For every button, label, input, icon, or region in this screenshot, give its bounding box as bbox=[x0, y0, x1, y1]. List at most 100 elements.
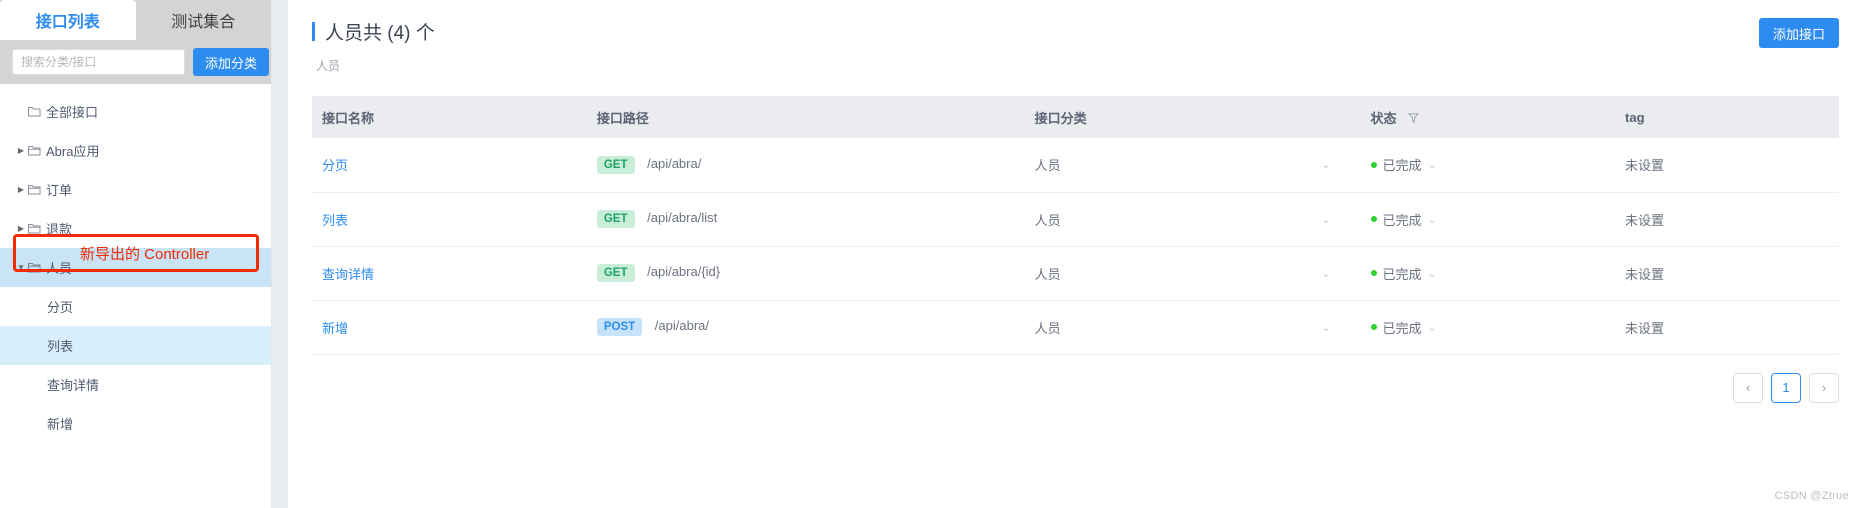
pagination-prev-button[interactable]: ‹ bbox=[1733, 372, 1763, 403]
tree-child-paging[interactable]: 分页 bbox=[0, 287, 271, 326]
tree-node-refund[interactable]: ▶ 退款 bbox=[0, 209, 271, 248]
api-table-wrapper: 接口名称 接口路径 接口分类 状态 tag 分页 GET /api/abra/ … bbox=[288, 96, 1863, 355]
folder-icon bbox=[28, 184, 41, 195]
api-path-text: /api/abra/list bbox=[647, 210, 718, 225]
page-title: 人员共 (4) 个 bbox=[312, 18, 1839, 45]
pagination-next-button[interactable]: › bbox=[1809, 372, 1839, 403]
tree-child-label: 新增 bbox=[47, 417, 74, 432]
tree-node-personnel[interactable]: ▼ 人员 bbox=[0, 248, 271, 287]
column-header-tag: tag bbox=[1615, 96, 1839, 138]
api-table-header-row: 接口名称 接口路径 接口分类 状态 tag bbox=[312, 96, 1839, 138]
cell-api-path: GET /api/abra/list bbox=[586, 192, 1025, 247]
chevron-down-icon[interactable]: ⌄ bbox=[1428, 213, 1437, 226]
api-category-text: 人员 bbox=[1034, 158, 1061, 174]
method-badge: POST bbox=[596, 318, 643, 336]
cell-api-category: 人员 ⌄ bbox=[1024, 246, 1361, 301]
chevron-right-icon[interactable]: ▶ bbox=[14, 185, 28, 194]
cell-api-tag: 未设置 bbox=[1615, 246, 1839, 301]
chevron-down-icon[interactable]: ▼ bbox=[14, 263, 28, 272]
add-category-button[interactable]: 添加分类 bbox=[193, 48, 270, 76]
status-dot-icon bbox=[1370, 324, 1377, 330]
title-accent-bar bbox=[312, 22, 315, 41]
cell-api-state: 已完成 ⌄ bbox=[1360, 300, 1616, 355]
chevron-down-icon[interactable]: ⌄ bbox=[1428, 158, 1437, 171]
tree-node-label: 退款 bbox=[46, 222, 73, 237]
status-badge: 已完成 bbox=[1382, 212, 1422, 228]
pagination-page-1[interactable]: 1 bbox=[1771, 372, 1801, 403]
api-path-text: /api/abra/ bbox=[654, 318, 709, 333]
main-content: 人员共 (4) 个 人员 添加接口 接口名称 接口路径 接口分类 状态 tag … bbox=[288, 0, 1863, 508]
tree-node-label: Abra应用 bbox=[46, 144, 100, 159]
status-badge: 已完成 bbox=[1382, 320, 1422, 336]
api-path-text: /api/abra/ bbox=[647, 155, 702, 171]
column-header-name: 接口名称 bbox=[312, 96, 587, 138]
api-name-link[interactable]: 列表 bbox=[322, 213, 348, 228]
tab-api-list[interactable]: 接口列表 bbox=[0, 0, 136, 40]
method-badge: GET bbox=[596, 264, 635, 282]
cell-api-state: 已完成 ⌄ bbox=[1360, 138, 1616, 193]
folder-icon bbox=[28, 106, 41, 117]
pagination: ‹ 1 › bbox=[288, 355, 1863, 403]
chevron-right-icon[interactable]: ▶ bbox=[14, 146, 28, 155]
tree-node-label: 订单 bbox=[46, 183, 73, 198]
cell-api-state: 已完成 ⌄ bbox=[1360, 246, 1616, 301]
tree-child-create[interactable]: 新增 bbox=[0, 404, 271, 443]
folder-icon bbox=[28, 223, 41, 234]
api-name-link[interactable]: 查询详情 bbox=[322, 267, 374, 282]
cell-api-path: GET /api/abra/{id} bbox=[586, 246, 1025, 301]
chevron-down-icon[interactable]: ⌄ bbox=[1428, 321, 1437, 334]
table-row[interactable]: 新增 POST /api/abra/ 人员 ⌄ 已完成 ⌄ 未设置 bbox=[312, 300, 1839, 355]
tree-child-label: 分页 bbox=[47, 300, 74, 315]
cell-api-category: 人员 ⌄ bbox=[1024, 138, 1361, 193]
tree-node-abra-app[interactable]: ▶ Abra应用 bbox=[0, 131, 271, 170]
table-row[interactable]: 列表 GET /api/abra/list 人员 ⌄ 已完成 ⌄ 未设置 bbox=[312, 192, 1839, 247]
api-table-head: 接口名称 接口路径 接口分类 状态 tag bbox=[312, 96, 1839, 138]
chevron-right-icon[interactable]: ▶ bbox=[14, 224, 28, 233]
column-header-state: 状态 bbox=[1360, 96, 1616, 138]
api-path-text: /api/abra/{id} bbox=[647, 264, 721, 279]
status-badge: 已完成 bbox=[1382, 266, 1422, 282]
chevron-down-icon[interactable]: ⌄ bbox=[1321, 213, 1330, 226]
status-dot-icon bbox=[1370, 270, 1377, 276]
status-dot-icon bbox=[1370, 216, 1377, 222]
add-api-button[interactable]: 添加接口 bbox=[1758, 18, 1839, 48]
cell-api-tag: 未设置 bbox=[1615, 138, 1839, 193]
column-header-state-label: 状态 bbox=[1370, 110, 1397, 126]
cell-api-name: 列表 bbox=[312, 192, 587, 247]
cell-api-name: 查询详情 bbox=[312, 246, 587, 301]
folder-icon bbox=[28, 262, 41, 273]
cell-api-name: 新增 bbox=[312, 300, 587, 355]
tree-node-order[interactable]: ▶ 订单 bbox=[0, 170, 271, 209]
chevron-down-icon[interactable]: ⌄ bbox=[1321, 267, 1330, 280]
chevron-down-icon[interactable]: ⌄ bbox=[1321, 321, 1330, 334]
tab-test-collection[interactable]: 测试集合 bbox=[136, 0, 272, 40]
cell-api-path: POST /api/abra/ bbox=[586, 300, 1025, 355]
cell-api-category: 人员 ⌄ bbox=[1024, 192, 1361, 247]
method-badge: GET bbox=[596, 210, 635, 228]
column-header-path: 接口路径 bbox=[586, 96, 1025, 138]
table-row[interactable]: 分页 GET /api/abra/ 人员 ⌄ 已完成 ⌄ 未设置 bbox=[312, 138, 1839, 193]
tree-node-label: 人员 bbox=[46, 261, 73, 276]
api-name-link[interactable]: 分页 bbox=[322, 158, 348, 173]
column-header-category: 接口分类 bbox=[1024, 96, 1361, 138]
tab-test-collection-label: 测试集合 bbox=[171, 14, 236, 31]
tree-child-detail[interactable]: 查询详情 bbox=[0, 365, 271, 404]
watermark: CSDN @Ztrue bbox=[1774, 490, 1849, 502]
cell-api-category: 人员 ⌄ bbox=[1024, 300, 1361, 355]
method-badge: GET bbox=[596, 155, 635, 174]
cell-api-state: 已完成 ⌄ bbox=[1360, 192, 1616, 247]
page-title-text: 人员共 (4) 个 bbox=[325, 23, 435, 44]
category-tree: ▶ 全部接口 ▶ Abra应用 ▶ 订单 bbox=[0, 84, 271, 508]
api-category-text: 人员 bbox=[1034, 212, 1061, 228]
api-name-link[interactable]: 新增 bbox=[322, 321, 348, 336]
table-row[interactable]: 查询详情 GET /api/abra/{id} 人员 ⌄ 已完成 ⌄ 未设置 bbox=[312, 246, 1839, 301]
search-input[interactable] bbox=[12, 49, 185, 75]
tree-child-list[interactable]: 列表 bbox=[0, 326, 271, 365]
filter-icon[interactable] bbox=[1408, 112, 1420, 126]
cell-api-path: GET /api/abra/ bbox=[586, 138, 1025, 193]
api-category-text: 人员 bbox=[1034, 266, 1061, 282]
tree-node-all-apis[interactable]: ▶ 全部接口 bbox=[0, 92, 271, 131]
chevron-down-icon[interactable]: ⌄ bbox=[1321, 158, 1330, 171]
chevron-down-icon[interactable]: ⌄ bbox=[1428, 267, 1437, 280]
api-category-text: 人员 bbox=[1034, 320, 1061, 336]
